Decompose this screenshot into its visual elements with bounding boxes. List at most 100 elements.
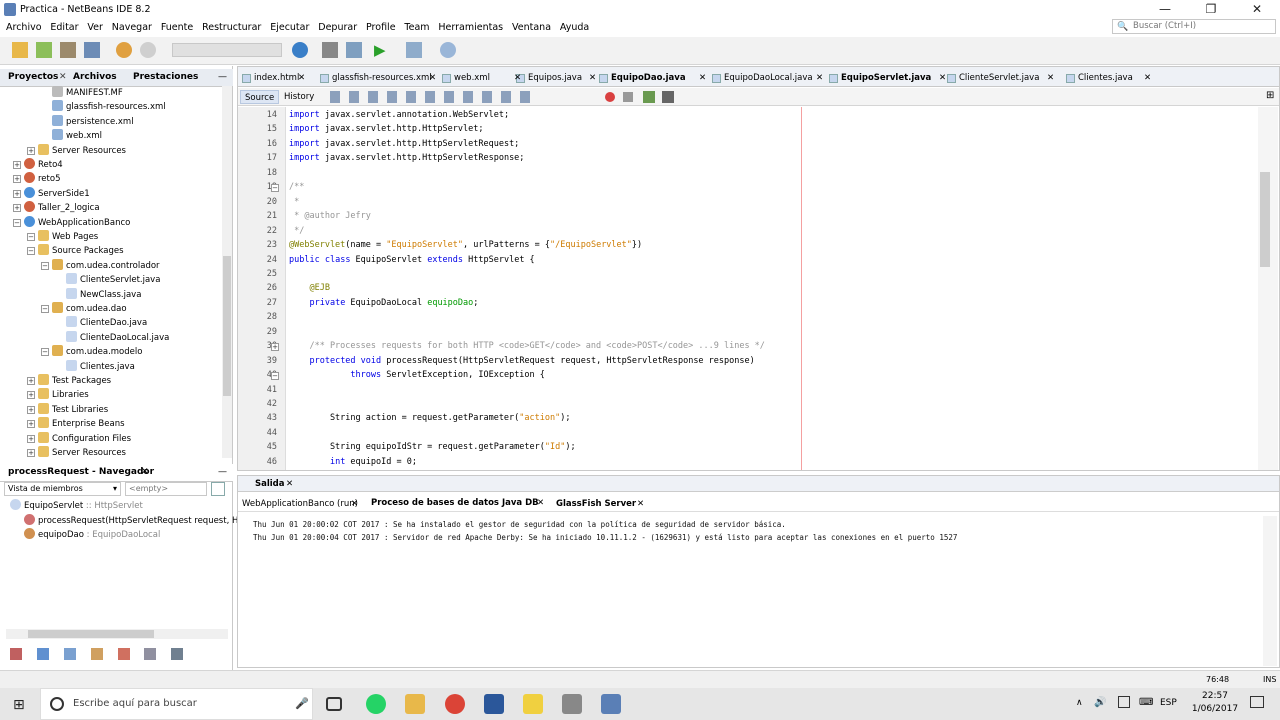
tree-item[interactable]: com.udea.controlador [52,258,160,273]
expand-toggle-icon[interactable]: − [41,348,49,357]
editor-scrollbar[interactable] [1258,107,1278,470]
split-icon[interactable]: ⊞ [1266,90,1274,101]
tree-item[interactable]: persistence.xml [52,114,134,129]
tree-item[interactable]: com.udea.modelo [52,345,142,359]
tree-item[interactable]: web.xml [52,129,102,143]
output-tab-javadb[interactable]: Proceso de bases de datos Java DB [371,498,539,508]
undo-icon[interactable] [116,42,132,58]
tree-item[interactable]: NewClass.java [66,287,141,302]
tree-item[interactable]: Test Libraries [38,402,108,417]
record-macro-icon[interactable] [605,92,615,102]
clock-date[interactable]: 1/06/2017 [1190,704,1240,714]
editor-tab[interactable]: EquipoServlet.java [841,72,931,85]
menu-archivo[interactable]: Archivo [4,21,44,35]
expand-toggle-icon[interactable]: − [27,233,35,241]
output-title[interactable]: Salida [255,479,285,489]
menu-herramientas[interactable]: Herramientas [436,21,505,35]
code-area[interactable]: import javax.servlet.annotation.WebServl… [238,107,1258,470]
configuration-combo[interactable] [172,43,282,57]
tab-close-icon[interactable]: ✕ [514,72,521,85]
minimize-button[interactable]: — [1142,0,1188,20]
sticky-notes-icon[interactable] [523,694,543,714]
word-icon[interactable] [484,694,504,714]
expand-toggle-icon[interactable]: + [13,175,21,184]
expand-toggle-icon[interactable]: − [13,218,21,227]
build-hammer-icon[interactable] [322,42,338,58]
tab-close-icon[interactable]: ✕ [1144,72,1151,85]
menu-ejecutar[interactable]: Ejecutar [268,21,311,35]
filter-inherited-icon[interactable] [90,648,103,660]
tab-close-icon[interactable]: ✕ [429,72,436,85]
network-icon[interactable] [1118,696,1130,708]
sort-icon[interactable] [117,648,130,660]
output-scrollbar[interactable] [1263,516,1277,666]
output-tab-glassfish[interactable]: GlassFish Server [556,499,636,509]
tab-archivos[interactable]: Archivos [73,72,117,82]
navigator-close-icon[interactable]: ✕ [141,467,149,477]
tab-close-icon[interactable]: ✕ [298,72,305,85]
tree-item[interactable]: ClienteDao.java [66,316,147,330]
tree-item[interactable]: WebApplicationBanco [24,215,130,230]
editor-tab[interactable]: ClienteServlet.java [959,72,1039,85]
tree-item[interactable]: MANIFEST.MF [52,86,123,100]
navigator-member[interactable]: processRequest(HttpServletRequest reques… [24,513,256,528]
editor-tab[interactable]: Clientes.java [1078,72,1133,85]
tree-item[interactable]: Web Pages [38,230,98,244]
filter-nonpublic-icon[interactable] [63,648,76,660]
debug-icon[interactable] [406,42,422,58]
save-all-icon[interactable] [84,42,100,58]
keyboard-icon[interactable]: ⌨ [1139,697,1153,708]
minimize-navigator-icon[interactable]: — [218,467,227,477]
uncomment-icon[interactable] [662,91,674,103]
tree-item[interactable]: ClienteServlet.java [66,273,160,287]
redo-icon[interactable] [140,42,156,58]
expand-toggle-icon[interactable]: + [27,420,35,429]
notifications-icon[interactable] [1250,696,1264,708]
clock-time[interactable]: 22:57 [1196,691,1234,701]
output-close-icon[interactable]: ✕ [286,479,293,489]
clean-build-icon[interactable] [346,42,362,58]
tree-item[interactable]: Libraries [38,388,89,402]
menu-depurar[interactable]: Depurar [316,21,359,35]
tree-item[interactable]: Clientes.java [66,359,135,374]
tree-item[interactable]: Taller_2_logica [24,201,100,215]
browser-globe-icon[interactable] [292,42,308,58]
editor-actions-icons[interactable] [330,91,530,103]
menu-team[interactable]: Team [402,21,431,35]
calculator-icon[interactable] [562,694,582,714]
navigator-member[interactable]: EquipoServlet :: HttpServlet [10,499,143,513]
sort-name-icon[interactable] [144,648,157,660]
tree-item[interactable]: Configuration Files [38,431,131,446]
expand-toggle-icon[interactable]: − [41,261,49,270]
windows-start-icon[interactable]: ⊞ [13,697,25,713]
navigator-title[interactable]: processRequest - Navegador [8,467,154,477]
expand-toggle-icon[interactable]: + [27,449,35,457]
expand-toggle-icon[interactable]: + [27,391,35,400]
expand-toggle-icon[interactable]: + [27,146,35,155]
navigator-options-icon[interactable] [211,482,225,496]
open-project-icon[interactable] [60,42,76,58]
tab-close-icon[interactable]: ✕ [1047,72,1054,85]
netbeans-taskbar-icon[interactable] [601,694,621,714]
editor-tab[interactable]: Equipos.java [528,72,582,85]
sort-source-icon[interactable] [171,648,184,660]
tab-close-icon[interactable]: ✕ [816,72,823,85]
run-icon[interactable]: ▶ [374,42,390,58]
tree-item[interactable]: reto5 [24,172,60,186]
tab-close-icon[interactable]: ✕ [637,499,644,509]
tree-item[interactable]: ClienteDaoLocal.java [66,330,169,345]
editor-tab[interactable]: index.html [254,72,299,85]
tab-prestaciones[interactable]: Prestaciones [133,72,198,82]
menu-navegar[interactable]: Navegar [110,21,154,35]
tree-item[interactable]: Server Resources [38,446,126,458]
whatsapp-icon[interactable] [366,694,386,714]
file-explorer-icon[interactable] [405,694,425,714]
expand-toggle-icon[interactable]: + [27,434,35,443]
expand-toggle-icon[interactable]: + [13,189,21,198]
chrome-icon[interactable] [445,694,465,714]
menu-ayuda[interactable]: Ayuda [558,21,591,35]
tree-item[interactable]: Reto4 [24,158,63,172]
close-button[interactable]: ✕ [1234,0,1280,20]
tree-item[interactable]: Server Resources [38,143,126,158]
source-view-button[interactable]: Source [240,90,280,104]
